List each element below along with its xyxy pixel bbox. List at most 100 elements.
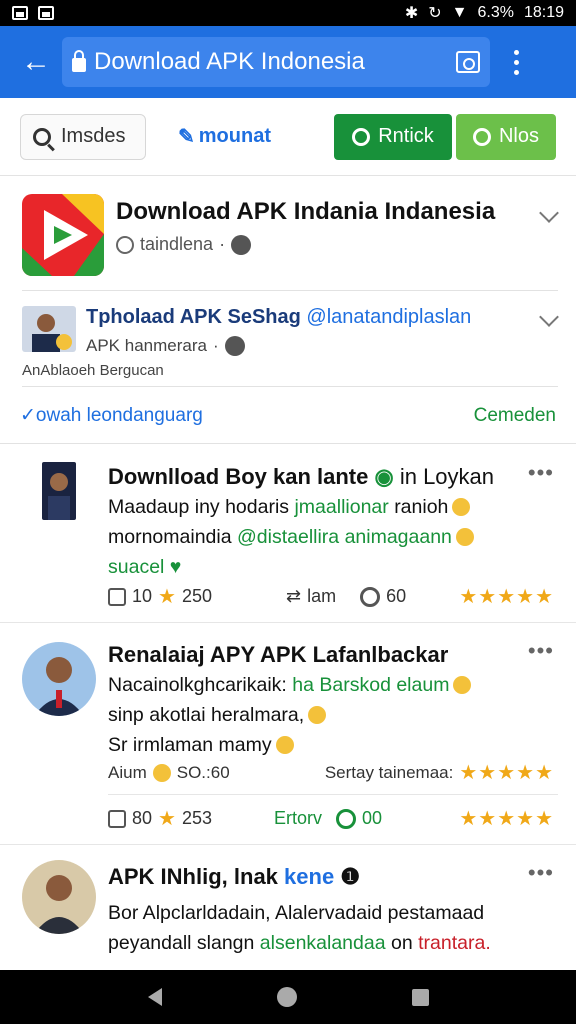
comment-line: Maadaup iny hodaris <box>108 496 290 518</box>
comment-body: Maadaup iny hodaris jmaallionar ranioh m… <box>108 492 474 582</box>
comment-item: Renalaiaj APY APK Lafanlbackar ••• Nacai… <box>0 624 576 844</box>
meta-left: Aium <box>108 762 147 782</box>
app-title: Download APK Indania Indanesia <box>116 198 496 225</box>
search-button[interactable]: Imsdes <box>20 113 146 160</box>
tabs-icon[interactable] <box>456 51 480 73</box>
action-group[interactable]: Ertorv <box>274 808 322 829</box>
url-bar[interactable]: Download APK Indonesia <box>62 37 490 87</box>
comment-line: peyandall slangn <box>108 932 255 954</box>
check-icon: ✓ <box>20 405 36 426</box>
comment-title: APK INhlig, lnak kene ❶ <box>108 864 360 890</box>
mount-link[interactable]: ✎ mounat <box>178 124 271 149</box>
search-button-label: Imsdes <box>61 125 126 147</box>
comment-title-text: Downlload Boy kan lante <box>108 464 369 489</box>
author-name-text: Tpholaad APK SeShag <box>86 306 301 328</box>
nav-back-icon[interactable] <box>147 988 162 1006</box>
comment-line: on <box>391 932 413 954</box>
meta-value: SO.:60 <box>176 762 230 782</box>
comment-footer: 80 ★ 253 Ertorv 00 ★★★★★ <box>108 806 554 831</box>
meta-stars: ★★★★★ <box>459 762 554 784</box>
nlos-button-label: Nlos <box>498 125 539 147</box>
clock: 18:19 <box>523 4 564 21</box>
language-link-label: owah leondanguarg <box>35 405 203 426</box>
language-action[interactable]: Cemeden <box>474 405 556 427</box>
bluetooth-icon: ✱ <box>404 5 419 22</box>
star-count: 250 <box>181 586 213 606</box>
chevron-down-icon[interactable] <box>539 203 559 223</box>
wifi-icon: ▼ <box>451 4 468 21</box>
app-header: Download APK Indania Indanesia taindlena… <box>0 178 576 290</box>
overflow-menu-icon[interactable] <box>504 42 528 82</box>
refresh-button-label: Rntick <box>378 125 434 147</box>
mount-link-label: mounat <box>198 125 271 147</box>
comment-line: Sr irmlaman mamy <box>108 734 272 756</box>
nav-recents-icon[interactable] <box>411 988 429 1006</box>
comment-avatar[interactable] <box>22 860 96 934</box>
search-icon <box>33 127 51 146</box>
divider <box>22 386 558 387</box>
reply-group[interactable]: 00 <box>336 808 382 829</box>
comment-line: Nacainolkghcarikaik: <box>108 674 287 696</box>
rating-stars: ★★★★★ <box>459 808 554 830</box>
comment-red-text: trantara. <box>418 932 491 954</box>
more-options-icon[interactable]: ••• <box>528 638 554 664</box>
author-sub: APK hanmerara · <box>86 336 245 356</box>
chat-icon <box>352 127 371 146</box>
emoji-icon <box>453 676 472 694</box>
verified-icon: ◉ <box>374 464 394 489</box>
comment-item: APK INhlig, lnak kene ❶ ••• Bor Alpclarl… <box>0 846 576 970</box>
star-count: 253 <box>181 808 213 828</box>
app-meta: taindlena · <box>116 234 252 255</box>
more-options-icon[interactable]: ••• <box>528 460 554 486</box>
nlos-button[interactable]: Nlos <box>456 113 556 160</box>
action-label: Ertorv <box>274 808 323 828</box>
comment-line: ranioh <box>394 496 449 518</box>
author-sub-text: APK hanmerara <box>86 336 207 355</box>
language-link[interactable]: ✓owah leondanguarg <box>20 404 203 427</box>
like-group[interactable]: 80 ★ 253 <box>108 806 212 831</box>
author-name[interactable]: Tpholaad APK SeShag @lanatandiplaslan <box>86 306 471 329</box>
heart-icon: ♥ <box>169 556 182 578</box>
nav-home-icon[interactable] <box>276 987 297 1007</box>
star-icon: ★ <box>158 586 176 608</box>
share-icon <box>472 127 491 146</box>
refresh-button[interactable]: Rntick <box>334 113 452 160</box>
globe-icon <box>224 336 245 356</box>
battery-text: 6.3% <box>477 4 514 21</box>
share-group[interactable]: ⇄ lam <box>286 586 336 607</box>
chevron-down-icon[interactable] <box>539 307 559 327</box>
emoji-icon <box>275 736 294 754</box>
toolbar: Imsdes ✎ mounat Rntick Nlos <box>0 98 576 176</box>
star-icon: ★ <box>158 808 176 830</box>
meta-right: Sertay tainemaa: <box>324 762 454 782</box>
like-group[interactable]: 10 ★ 250 <box>108 584 212 609</box>
author-avatar[interactable] <box>22 306 76 352</box>
comment-item: Downlload Boy kan lante ◉ in Loykan ••• … <box>0 446 576 622</box>
repost-icon: ⇄ <box>286 586 302 606</box>
comment-footer: 10 ★ 250 ⇄ lam 60 ★★★★★ <box>108 584 554 609</box>
author-handle: @lanatandiplaslan <box>306 306 472 328</box>
comment-line: mornomaindia <box>108 526 232 548</box>
back-arrow-icon[interactable]: ← <box>10 36 62 88</box>
divider <box>22 290 558 291</box>
developer-icon <box>116 235 134 254</box>
app-meta-text: taindlena <box>140 234 214 254</box>
vibrate-icon: ↻ <box>428 5 442 22</box>
emoji-icon <box>455 528 474 546</box>
comment-icon <box>336 808 357 829</box>
divider <box>0 622 576 623</box>
comment-title-blue: kene <box>284 864 335 889</box>
pencil-icon: ✎ <box>178 126 195 148</box>
author-caption: AnAblaoeh Bergucan <box>22 362 164 379</box>
reply-group[interactable]: 60 <box>360 586 406 607</box>
system-nav-bar <box>0 970 576 1024</box>
like-count: 80 <box>132 808 153 828</box>
comment-avatar[interactable] <box>42 462 76 520</box>
comment-icon <box>360 586 381 607</box>
comment-avatar[interactable] <box>22 642 96 716</box>
comment-body: Bor Alpclarldadain, Alalervadaid pestama… <box>108 898 491 958</box>
comment-line: Bor Alpclarldadain, Alalervadaid pestama… <box>108 902 485 924</box>
more-options-icon[interactable]: ••• <box>528 860 554 886</box>
rating-stars: ★★★★★ <box>459 586 554 608</box>
url-title: Download APK Indonesia <box>94 48 365 75</box>
